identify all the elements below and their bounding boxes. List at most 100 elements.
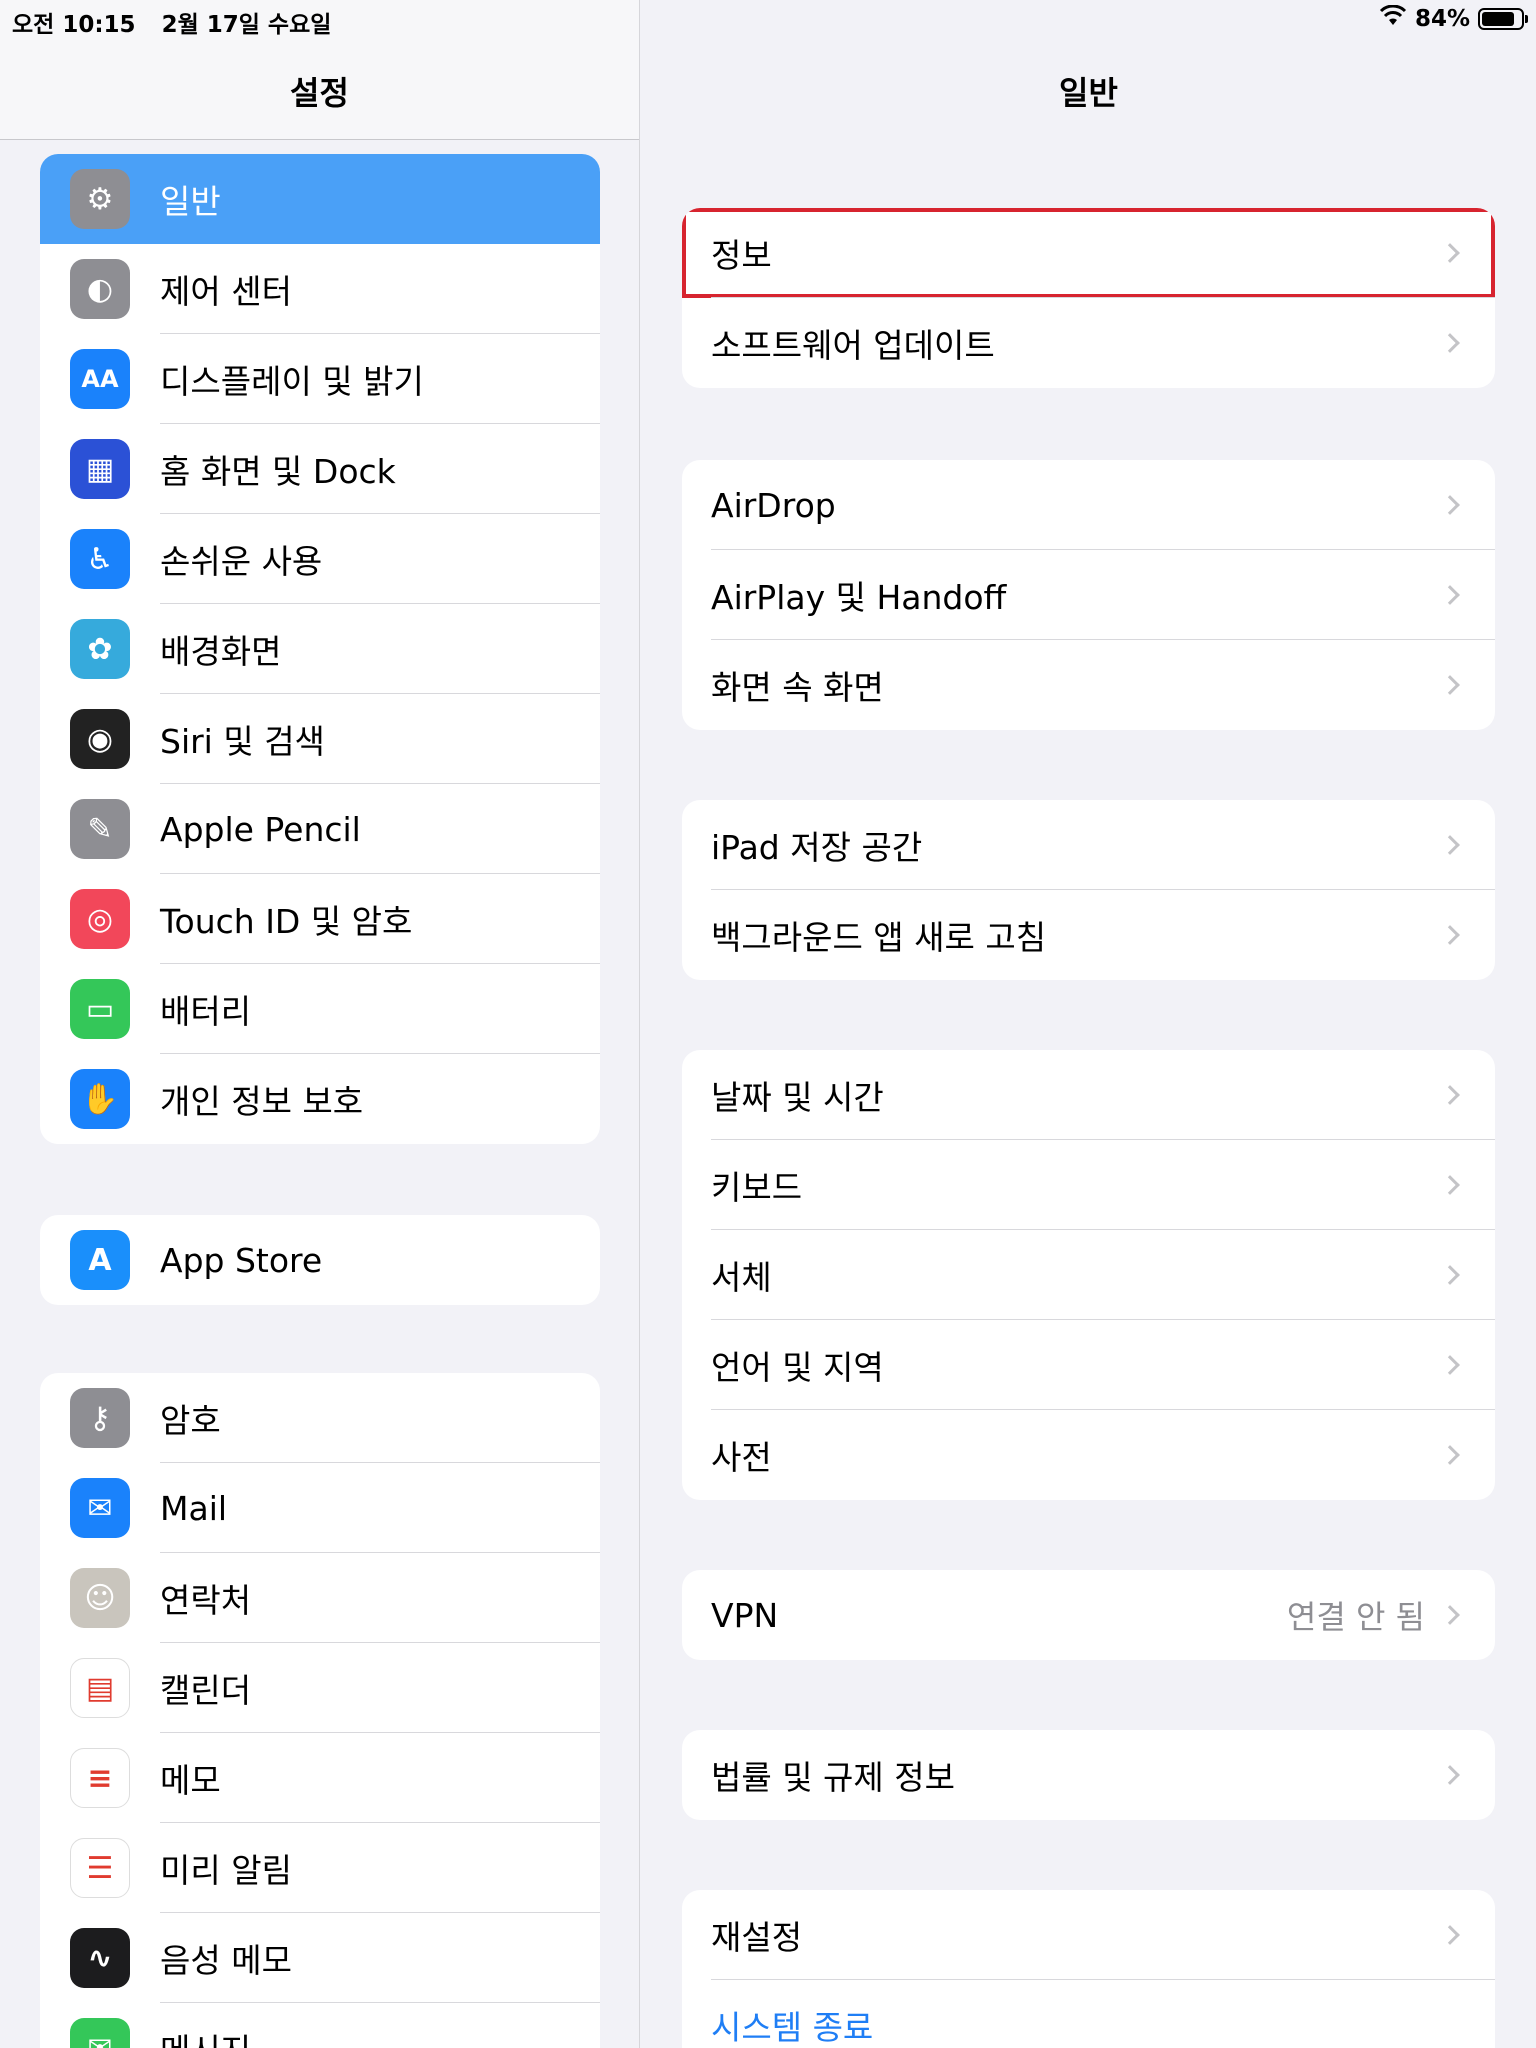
chevron-right-icon: [1440, 585, 1460, 605]
general-row-날짜-및-시간[interactable]: 날짜 및 시간: [682, 1050, 1495, 1140]
row-label: 화면 속 화면: [711, 668, 884, 707]
sidebar-item-미리-알림[interactable]: ☰ 미리 알림: [40, 1823, 600, 1913]
battery-icon: [1478, 8, 1528, 30]
sidebar-item-apple-pencil[interactable]: ✎ Apple Pencil: [40, 784, 600, 874]
contacts-icon: ☺: [70, 1568, 130, 1628]
sidebar-group-main: ⚙ 일반 ◐ 제어 센터 AA 디스플레이 및 밝기 ▦ 홈 화면 및 Dock ♿ 손쉬운 사용…: [40, 154, 600, 1144]
sidebar-item-일반[interactable]: ⚙ 일반: [40, 154, 600, 244]
detail-group-datetime: 날짜 및 시간키보드서체언어 및 지역사전: [682, 1050, 1495, 1500]
general-row-정보[interactable]: 정보: [682, 208, 1495, 298]
sidebar-item-label: 캘린더: [160, 1671, 252, 1710]
row-value: 연결 안 됨: [1286, 1598, 1425, 1636]
sidebar-item-label: Touch ID 및 암호: [160, 902, 413, 941]
sidebar-item-손쉬운-사용[interactable]: ♿ 손쉬운 사용: [40, 514, 600, 604]
detail-title: 일반: [1059, 74, 1118, 112]
row-label: 키보드: [711, 1168, 803, 1207]
general-row-화면-속-화면[interactable]: 화면 속 화면: [682, 640, 1495, 730]
sidebar-item-제어-센터[interactable]: ◐ 제어 센터: [40, 244, 600, 334]
reminders-icon: ☰: [70, 1838, 130, 1898]
fingerprint-icon: ◎: [70, 889, 130, 949]
sidebar-item-label: 배경화면: [160, 632, 282, 671]
chevron-right-icon: [1440, 333, 1460, 353]
sidebar-item-label: 미리 알림: [160, 1851, 292, 1890]
sidebar-item-label: 암호: [160, 1401, 221, 1440]
detail-group-vpn: VPN 연결 안 됨: [682, 1570, 1495, 1660]
status-bar: 오전 10:15 2월 17일 수요일 84%: [0, 0, 1536, 40]
chevron-right-icon: [1440, 243, 1460, 263]
sidebar-item-배경화면[interactable]: ✿ 배경화면: [40, 604, 600, 694]
general-row-ipad-저장-공간[interactable]: iPad 저장 공간: [682, 800, 1495, 890]
wifi-icon: [1379, 4, 1407, 33]
flower-icon: ✿: [70, 619, 130, 679]
sidebar-item-음성-메모[interactable]: ∿ 음성 메모: [40, 1913, 600, 2003]
calendar-icon: ▤: [70, 1658, 130, 1718]
row-label: 언어 및 지역: [711, 1348, 884, 1387]
sidebar-item-label: 개인 정보 보호: [160, 1082, 364, 1121]
row-label: 법률 및 규제 정보: [711, 1758, 955, 1797]
sidebar-title: 설정: [290, 74, 349, 112]
text-size-icon: AA: [70, 349, 130, 409]
general-detail-pane: 일반 정보소프트웨어 업데이트 AirDrop AirPlay 및 Handoff…: [641, 0, 1536, 2048]
chevron-right-icon: [1440, 1175, 1460, 1195]
detail-group-info: 정보소프트웨어 업데이트: [682, 208, 1495, 388]
key-icon: ⚷: [70, 1388, 130, 1448]
row-label: 백그라운드 앱 새로 고침: [711, 918, 1047, 957]
gear-icon: ⚙: [70, 169, 130, 229]
general-row-소프트웨어-업데이트[interactable]: 소프트웨어 업데이트: [682, 298, 1495, 388]
sidebar-group-store: A App Store: [40, 1215, 600, 1305]
sidebar-item-label: 디스플레이 및 밝기: [160, 362, 424, 401]
accessibility-icon: ♿: [70, 529, 130, 589]
hand-icon: ✋: [70, 1069, 130, 1129]
general-row-vpn[interactable]: VPN 연결 안 됨: [682, 1570, 1495, 1660]
general-row-백그라운드-앱-새로-고침[interactable]: 백그라운드 앱 새로 고침: [682, 890, 1495, 980]
chevron-right-icon: [1440, 1765, 1460, 1785]
sidebar-item-label: 메시지: [160, 2024, 251, 2048]
sidebar-item-개인-정보-보호[interactable]: ✋ 개인 정보 보호: [40, 1054, 600, 1144]
sidebar-item-touch-id-및-암호[interactable]: ◎ Touch ID 및 암호: [40, 874, 600, 964]
status-date: 2월 17일 수요일: [161, 12, 332, 38]
sidebar-item-label: 홈 화면 및 Dock: [160, 452, 396, 491]
row-label: VPN: [711, 1595, 779, 1635]
general-row-시스템-종료[interactable]: 시스템 종료: [682, 1980, 1495, 2048]
battery-icon: ▭: [70, 979, 130, 1039]
chevron-right-icon: [1440, 495, 1460, 515]
notes-icon: ≡: [70, 1748, 130, 1808]
general-row-언어-및-지역[interactable]: 언어 및 지역: [682, 1320, 1495, 1410]
general-row-사전[interactable]: 사전: [682, 1410, 1495, 1500]
general-row-법률-및-규제-정보[interactable]: 법률 및 규제 정보: [682, 1730, 1495, 1820]
sidebar-item-siri-및-검색[interactable]: ◉ Siri 및 검색: [40, 694, 600, 784]
row-label: 시스템 종료: [711, 2008, 874, 2047]
settings-sidebar: 설정 ⚙ 일반 ◐ 제어 센터 AA 디스플레이 및 밝기 ▦ 홈 화면 및 Dock ♿ 손쉬운…: [0, 0, 640, 2048]
sidebar-item-메시지[interactable]: ✉ 메시지: [40, 2003, 600, 2048]
pencil-icon: ✎: [70, 799, 130, 859]
sidebar-item-캘린더[interactable]: ▤ 캘린더: [40, 1643, 600, 1733]
row-label: AirPlay 및 Handoff: [711, 578, 1007, 617]
sidebar-item-연락처[interactable]: ☺ 연락처: [40, 1553, 600, 1643]
general-row-키보드[interactable]: 키보드: [682, 1140, 1495, 1230]
chevron-right-icon: [1440, 1925, 1460, 1945]
row-label: 날짜 및 시간: [711, 1078, 884, 1117]
battery-percent: 84%: [1414, 6, 1470, 32]
general-row-airdrop[interactable]: AirDrop: [682, 460, 1495, 550]
sidebar-item-메모[interactable]: ≡ 메모: [40, 1733, 600, 1823]
row-label: 소프트웨어 업데이트: [711, 326, 995, 365]
sidebar-item-label: 메모: [160, 1761, 221, 1800]
row-label: 서체: [711, 1258, 772, 1297]
general-row-airplay-및-handoff[interactable]: AirPlay 및 Handoff: [682, 550, 1495, 640]
general-row-재설정[interactable]: 재설정: [682, 1890, 1495, 1980]
sidebar-item-app-store[interactable]: A App Store: [40, 1215, 600, 1305]
detail-group-airdrop: AirDrop AirPlay 및 Handoff 화면 속 화면: [682, 460, 1495, 730]
chevron-right-icon: [1440, 835, 1460, 855]
detail-group-reset: 재설정시스템 종료: [682, 1890, 1495, 2048]
sidebar-item-배터리[interactable]: ▭ 배터리: [40, 964, 600, 1054]
chevron-right-icon: [1440, 1265, 1460, 1285]
sidebar-item-label: 배터리: [160, 992, 252, 1031]
sidebar-item-label: App Store: [160, 1240, 323, 1280]
sidebar-item-label: 연락처: [160, 1581, 252, 1620]
sidebar-item-홈-화면-및-dock[interactable]: ▦ 홈 화면 및 Dock: [40, 424, 600, 514]
general-row-서체[interactable]: 서체: [682, 1230, 1495, 1320]
sidebar-item-디스플레이-및-밝기[interactable]: AA 디스플레이 및 밝기: [40, 334, 600, 424]
row-label: 정보: [711, 236, 772, 275]
sidebar-item-mail[interactable]: ✉ Mail: [40, 1463, 600, 1553]
sidebar-item-암호[interactable]: ⚷ 암호: [40, 1373, 600, 1463]
